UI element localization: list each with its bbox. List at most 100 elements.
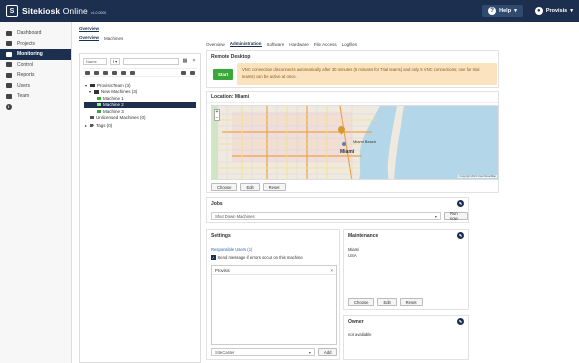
sidebar-item-users[interactable]: Users xyxy=(0,81,71,92)
top-tabs: Overview xyxy=(72,22,579,32)
filter-icon[interactable]: ▦ xyxy=(182,58,188,64)
folder-icon xyxy=(90,83,95,87)
detail-tab-software[interactable]: Software xyxy=(267,42,285,47)
sidebar-item-control[interactable]: Control xyxy=(0,60,71,71)
remote-desktop-card: Remote Desktop Start VNC connection disc… xyxy=(206,50,499,88)
edit-location-button[interactable]: Edit xyxy=(240,183,260,191)
sidebar-info[interactable]: i xyxy=(0,102,71,113)
sidebar-item-dashboard[interactable]: Dashboard xyxy=(0,28,71,39)
move-icon[interactable] xyxy=(121,70,126,75)
expand-icon[interactable] xyxy=(181,70,186,75)
filter-mode-label: Ⅰ ▾ xyxy=(112,58,118,64)
tree-node-label: Machine 2 xyxy=(103,102,124,108)
folder-icon[interactable] xyxy=(85,70,90,75)
detail-tab-administration[interactable]: Administration xyxy=(229,41,262,47)
user-menu-button[interactable]: ● Provisis ▾ xyxy=(529,5,579,17)
copy-icon[interactable] xyxy=(130,70,135,75)
sidebar-item-monitoring[interactable]: Monitoring xyxy=(0,49,71,60)
caret-right-icon[interactable]: ▸ xyxy=(84,123,88,128)
chevron-down-icon: ▾ xyxy=(570,8,573,14)
monitor-icon xyxy=(5,51,12,57)
filter-input[interactable] xyxy=(123,57,179,65)
machine-tree: ▾ ProvisisTeam (3) ▾ New Machines (3) Ma… xyxy=(80,79,200,132)
collapse-icon[interactable] xyxy=(190,70,195,75)
location-map[interactable]: + − Miami Miami Beach Copyright 2021 Ope… xyxy=(211,105,499,180)
help-label: Help xyxy=(499,8,512,14)
maintenance-card: Maintenance ✎ Miami USA Choose Edit Rese… xyxy=(343,229,469,310)
tag-icon[interactable] xyxy=(94,70,99,75)
owner-value: not available xyxy=(348,332,372,337)
help-icon: ? xyxy=(488,7,497,15)
help-button[interactable]: ? Help ▾ xyxy=(482,5,523,17)
start-remote-button[interactable]: Start xyxy=(213,69,233,80)
detail-tabs: Overview Administration Software Hardwar… xyxy=(203,39,357,47)
brand-name: Sitekiosk xyxy=(22,6,61,16)
detail-tab-overview[interactable]: Overview xyxy=(206,42,225,47)
tree-toolbar xyxy=(83,68,197,77)
tree-node-tags[interactable]: ▸ Tags (0) xyxy=(84,122,196,129)
sidebar-item-reports[interactable]: Reports xyxy=(0,70,71,81)
subtab-overview[interactable]: Overview xyxy=(79,35,100,41)
subtab-machines[interactable]: Machines xyxy=(104,36,123,41)
jobs-select[interactable]: Shut Down Machines ▾ xyxy=(211,212,441,220)
user-icon: ● xyxy=(534,7,543,15)
detail-tab-hardware[interactable]: Hardware xyxy=(289,42,309,47)
maintenance-address: Miami USA xyxy=(348,247,359,259)
machine-icon[interactable] xyxy=(112,70,117,75)
jobs-select-value: Shut Down Machines xyxy=(215,213,255,219)
detail-tab-file-access[interactable]: File Access xyxy=(314,42,337,47)
send-message-label: Send message if errors occur on this mac… xyxy=(217,255,303,260)
reset-maintenance-button[interactable]: Reset xyxy=(399,298,423,306)
location-title: Location: Miami xyxy=(207,92,498,103)
dashboard-icon xyxy=(5,30,12,36)
sidebar-item-team[interactable]: Team xyxy=(0,91,71,102)
zoom-out-icon[interactable]: − xyxy=(215,115,219,122)
tree-node-label: Machine 1 xyxy=(103,95,124,101)
sidebar-item-label: Team xyxy=(17,93,30,100)
choose-location-button[interactable]: Choose xyxy=(211,183,238,191)
reset-location-button[interactable]: Reset xyxy=(262,183,286,191)
filter-row: Name Ⅰ ▾ ▦ × xyxy=(83,56,197,66)
sidebar-item-label: Reports xyxy=(17,72,35,79)
edit-icon[interactable]: ✎ xyxy=(457,232,464,239)
responsible-users-link[interactable]: Responsible Users (1) xyxy=(211,247,252,252)
list-item[interactable]: Provisis × xyxy=(212,266,336,275)
bar-chart-icon xyxy=(5,72,12,78)
sidebar-item-label: Monitoring xyxy=(17,51,43,58)
run-now-button[interactable]: Run now xyxy=(444,211,468,221)
clear-filter-icon[interactable]: × xyxy=(191,58,197,64)
caret-down-icon[interactable]: ▾ xyxy=(84,83,88,88)
machine-icon xyxy=(97,109,101,113)
choose-maintenance-button[interactable]: Choose xyxy=(348,298,375,306)
brand-suffix: Online xyxy=(62,6,88,16)
remove-icon[interactable]: × xyxy=(331,268,333,273)
edit-icon[interactable]: ✎ xyxy=(457,318,464,325)
map-city-label: Miami xyxy=(340,149,355,155)
settings-card: Settings Responsible Users (1) ✓ Send me… xyxy=(206,229,340,360)
send-message-row: ✓ Send message if errors occur on this m… xyxy=(211,255,303,260)
team-icon xyxy=(5,93,12,99)
filter-field-label: Name xyxy=(86,58,97,64)
top-bar: S Sitekiosk Online v1.0.0000 ? Help ▾ ● … xyxy=(0,0,579,22)
caret-down-icon[interactable]: ▾ xyxy=(88,89,92,94)
send-message-checkbox[interactable]: ✓ xyxy=(211,255,216,260)
user-item-label: Provisis xyxy=(215,267,230,273)
monitor-icon[interactable] xyxy=(103,70,108,75)
edit-icon[interactable]: ✎ xyxy=(457,200,464,207)
sidebar-item-label: Control xyxy=(17,61,34,68)
jobs-header: Jobs ✎ xyxy=(207,198,468,209)
tab-overview[interactable]: Overview xyxy=(79,26,100,32)
filter-mode-select[interactable]: Ⅰ ▾ xyxy=(110,57,120,65)
filter-field-select[interactable]: Name xyxy=(83,57,107,65)
add-user-button[interactable]: Add xyxy=(318,348,338,356)
edit-maintenance-button[interactable]: Edit xyxy=(377,298,397,306)
app-logo-icon: S xyxy=(6,5,18,17)
location-buttons: Choose Edit Reset xyxy=(211,183,286,191)
detail-tab-logfiles[interactable]: Logfiles xyxy=(342,42,358,47)
sidebar-item-projects[interactable]: Projects xyxy=(0,39,71,50)
user-select[interactable]: SiteCaster ▾ xyxy=(211,348,315,356)
app-version: v1.0.0000 xyxy=(90,10,107,15)
settings-header: Settings xyxy=(207,230,339,241)
tree-node-label: Unlicensed Machines (0) xyxy=(96,115,146,121)
tree-node-unlicensed[interactable]: Unlicensed Machines (0) xyxy=(84,115,196,122)
